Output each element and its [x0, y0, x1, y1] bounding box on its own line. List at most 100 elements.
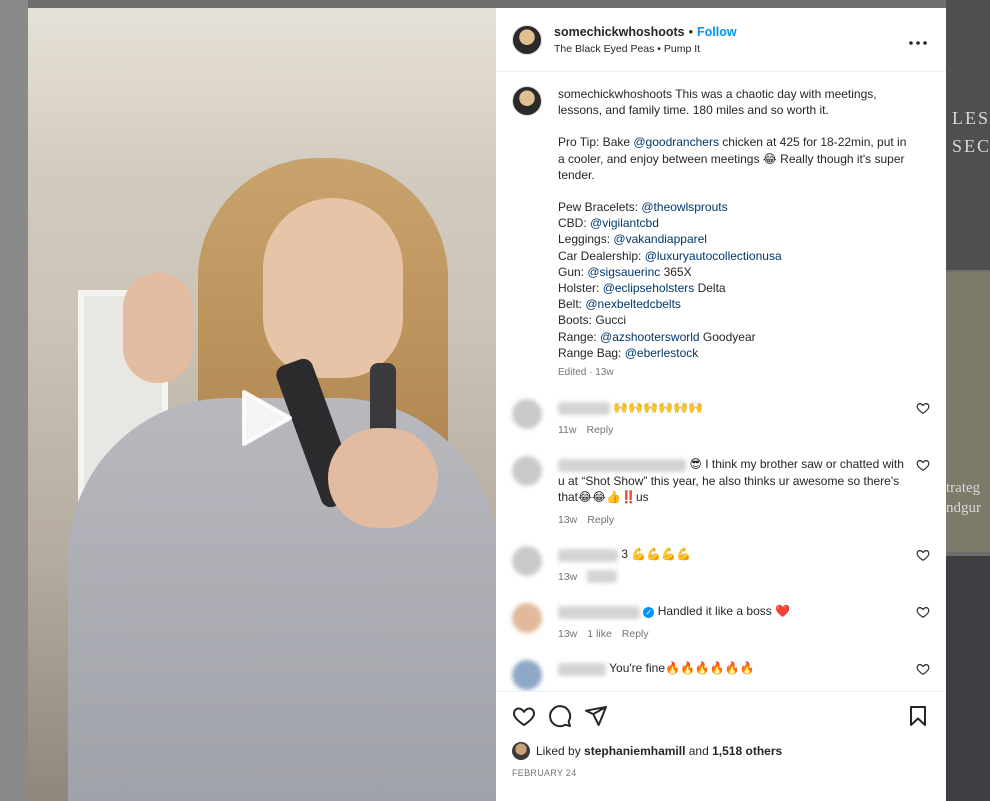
- follow-button[interactable]: Follow: [697, 25, 737, 39]
- avatar[interactable]: [512, 660, 542, 691]
- comment-time: 13w: [558, 627, 578, 640]
- heart-icon[interactable]: [916, 662, 930, 676]
- gear-item: Pew Bracelets: @theowlsprouts: [558, 199, 908, 215]
- gear-label: Boots: Gucci: [558, 313, 627, 328]
- gear-item: Car Dealership: @luxuryautocollectionusa: [558, 248, 908, 264]
- comment-item: ✓ Handled it like a boss ❤️ 13w 1 like Rep…: [512, 603, 930, 642]
- background-text: SEC: [952, 136, 990, 156]
- reply-button[interactable]: Reply: [587, 514, 614, 526]
- gear-item: CBD: @vigilantcbd: [558, 215, 908, 231]
- mention-link[interactable]: @eberlestock: [625, 346, 699, 360]
- reply-button[interactable]: Reply: [622, 628, 649, 640]
- mention-link[interactable]: @theowlsprouts: [641, 200, 727, 214]
- post-modal: somechickwhoshoots • Follow The Black Eyed…: [28, 8, 946, 801]
- avatar[interactable]: [512, 456, 542, 487]
- post-caption: somechickwhoshoots This was a chaotic da…: [512, 86, 930, 381]
- play-icon[interactable]: [234, 388, 294, 448]
- gear-label: Car Dealership:: [558, 248, 645, 263]
- comment-time: 11w: [558, 423, 577, 436]
- avatar[interactable]: [512, 86, 542, 116]
- gear-label: Holster:: [558, 281, 603, 296]
- gear-list: Pew Bracelets: @theowlsprouts CBD: @vigi…: [558, 199, 908, 361]
- video-player[interactable]: [28, 8, 496, 801]
- gear-label: Belt:: [558, 297, 586, 312]
- gear-label: CBD:: [558, 216, 591, 231]
- gear-label: Range:: [558, 329, 601, 344]
- background-text: LES: [952, 108, 990, 128]
- comment-icon[interactable]: [548, 704, 572, 728]
- background-tile: [946, 0, 990, 270]
- video-frame-hand: [123, 273, 193, 383]
- action-bar: Liked by stephaniemhamill and 1,518 othe…: [496, 691, 946, 801]
- avatar[interactable]: [512, 742, 530, 760]
- caption-meta: Edited · 13w: [558, 367, 614, 379]
- caption-username[interactable]: somechickwhoshoots: [558, 87, 672, 101]
- avatar[interactable]: [512, 546, 542, 577]
- gear-suffix: Delta: [694, 281, 726, 296]
- blurred-username: [558, 458, 686, 472]
- comment-item: 😎 I think my brother saw or chatted with…: [512, 456, 930, 528]
- avatar[interactable]: [512, 24, 542, 55]
- gear-item: Range Bag: @eberlestock: [558, 345, 908, 361]
- heart-icon[interactable]: [916, 458, 930, 472]
- gear-suffix: Goodyear: [699, 329, 756, 344]
- mention-link[interactable]: @sigsauerinc: [587, 265, 660, 279]
- tip-prefix: Pro Tip: Bake: [558, 135, 634, 150]
- mention-link[interactable]: @vakandiapparel: [613, 232, 707, 246]
- separator-dot: •: [688, 24, 693, 39]
- background-text: trateg: [946, 480, 981, 496]
- gear-label: Range Bag:: [558, 345, 625, 360]
- background-tile: [946, 556, 990, 801]
- gear-item: Holster: @eclipseholsters Delta: [558, 280, 908, 296]
- mention-link[interactable]: @goodranchers: [633, 135, 719, 149]
- comment-text: Handled it like a boss ❤️: [657, 604, 791, 619]
- bookmark-icon[interactable]: [906, 704, 930, 728]
- avatar[interactable]: [512, 603, 542, 634]
- audio-link[interactable]: The Black Eyed Peas • Pump It: [554, 43, 906, 55]
- liked-by-middle: and: [685, 744, 713, 758]
- gear-item: Belt: @nexbeltedcbelts: [558, 296, 908, 312]
- gear-label: Leggings:: [558, 232, 614, 247]
- blurred-username: [558, 401, 610, 415]
- heart-icon[interactable]: [512, 704, 536, 728]
- video-frame-hand: [328, 428, 438, 528]
- background-text: ndgur: [946, 500, 981, 516]
- blurred-username: [558, 662, 606, 676]
- mention-link[interactable]: @azshootersworld: [600, 330, 700, 344]
- gear-item: Range: @azshootersworld Goodyear: [558, 329, 908, 345]
- gear-label: Pew Bracelets:: [558, 200, 642, 215]
- background-left-strip: [0, 0, 28, 801]
- comment-item: 🙌🙌🙌🙌🙌🙌 11w Reply: [512, 399, 930, 438]
- gear-item: Gun: @sigsauerinc 365X: [558, 264, 908, 280]
- comment-time: 13w: [558, 570, 578, 583]
- mention-link[interactable]: @eclipseholsters: [603, 281, 695, 295]
- heart-icon[interactable]: [916, 605, 930, 619]
- more-horizontal-icon[interactable]: [906, 34, 930, 45]
- liked-by-prefix: Liked by: [536, 744, 581, 758]
- avatar[interactable]: [512, 399, 542, 430]
- comments-scroll-area[interactable]: somechickwhoshoots This was a chaotic da…: [496, 72, 946, 691]
- mention-link[interactable]: @luxuryautocollectionusa: [645, 249, 782, 263]
- reply-button[interactable]: Reply: [586, 424, 613, 436]
- comment-time: 13w: [558, 513, 578, 526]
- comment-text: You're fine🔥🔥🔥🔥🔥🔥: [609, 661, 755, 676]
- post-sidebar: somechickwhoshoots • Follow The Black Eyed…: [496, 8, 946, 801]
- mention-link[interactable]: @vigilantcbd: [590, 216, 659, 230]
- gear-label: Gun:: [558, 264, 588, 279]
- video-frame-ceiling: [28, 8, 496, 168]
- comment-likes[interactable]: 1 like: [587, 628, 612, 640]
- blurred-meta: [587, 570, 618, 584]
- username-link[interactable]: somechickwhoshoots: [554, 25, 685, 39]
- comment-item: You're fine🔥🔥🔥🔥🔥🔥: [512, 660, 930, 691]
- send-icon[interactable]: [584, 704, 608, 728]
- post-date[interactable]: FEBRUARY 24: [512, 768, 930, 778]
- comment-item: 3 💪💪💪💪 13w: [512, 546, 930, 585]
- liked-by-user[interactable]: stephaniemhamill: [584, 744, 685, 758]
- blurred-username: [558, 605, 640, 619]
- heart-icon[interactable]: [916, 401, 930, 415]
- mention-link[interactable]: @nexbeltedcbelts: [585, 297, 681, 311]
- liked-by-others[interactable]: 1,518 others: [712, 744, 782, 758]
- blurred-username: [558, 548, 618, 562]
- liked-by: Liked by stephaniemhamill and 1,518 othe…: [512, 742, 930, 760]
- heart-icon[interactable]: [916, 548, 930, 562]
